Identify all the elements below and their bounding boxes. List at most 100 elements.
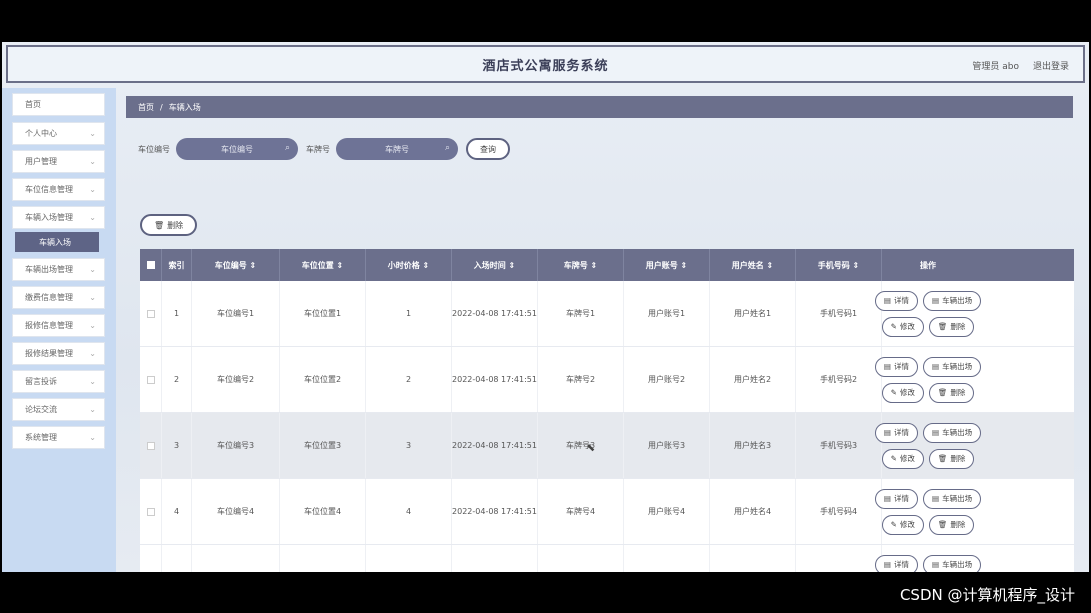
cell-pos: 车位位置5 bbox=[280, 545, 366, 572]
trash-icon: 🗑 bbox=[937, 520, 948, 529]
sidebar-item[interactable]: 留言投诉 ⌄ bbox=[12, 370, 105, 393]
vehicle-exit-button[interactable]: ▤ 车辆出场 bbox=[923, 422, 982, 443]
sidebar-item[interactable]: 用户管理 ⌄ bbox=[12, 150, 105, 173]
cell-pos: 车位位置1 bbox=[280, 281, 366, 346]
detail-button[interactable]: ▤ 详情 bbox=[874, 290, 918, 311]
sidebar-item-label: 车辆出场管理 bbox=[25, 265, 73, 274]
detail-button[interactable]: ▤ 详情 bbox=[874, 422, 918, 443]
sidebar-item-label: 个人中心 bbox=[25, 129, 57, 138]
cell-name: 用户姓名3 bbox=[710, 413, 796, 478]
document-icon: ▤ bbox=[932, 560, 940, 569]
column-header: 索引 bbox=[162, 249, 192, 281]
sidebar-item-label: 系统管理 bbox=[25, 433, 57, 442]
sidebar-item-label: 车辆入场管理 bbox=[25, 213, 73, 222]
chevron-down-icon: ⌄ bbox=[89, 433, 96, 442]
cell-price: 1 bbox=[366, 281, 452, 346]
sidebar-item[interactable]: 个人中心 ⌄ bbox=[12, 122, 105, 145]
logout-link[interactable]: 退出登录 bbox=[1033, 59, 1069, 72]
cell-idx: 1 bbox=[162, 281, 192, 346]
row-checkbox[interactable] bbox=[146, 441, 155, 450]
table-row: 1 车位编号1 车位位置1 1 2022-04-08 17:41:51 车牌号1 用户账号1… bbox=[140, 281, 1074, 347]
vehicle-exit-button[interactable]: ▤ 车辆出场 bbox=[923, 290, 982, 311]
delete-button[interactable]: 🗑 删除 bbox=[928, 514, 975, 535]
delete-button[interactable]: 🗑 删除 bbox=[928, 382, 975, 403]
actions-line: ▤ 详情 ▤ 车辆出场 bbox=[874, 554, 982, 572]
chevron-down-icon: ⌄ bbox=[89, 157, 96, 166]
actions-line: ✎ 修改 🗑 删除 bbox=[881, 514, 975, 535]
trash-icon: 🗑 bbox=[937, 454, 948, 463]
cell-idx: 2 bbox=[162, 347, 192, 412]
cell-price: 4 bbox=[366, 479, 452, 544]
actions-line: ✎ 修改 🗑 删除 bbox=[881, 316, 975, 337]
column-header[interactable]: 车位编号 ⇕ bbox=[192, 249, 280, 281]
column-header[interactable]: 手机号码 ⇕ bbox=[796, 249, 882, 281]
row-checkbox[interactable] bbox=[146, 375, 155, 384]
edit-button-label: 修改 bbox=[899, 322, 915, 331]
sidebar-item-label: 报修结果管理 bbox=[25, 349, 73, 358]
sidebar-item-label: 车位信息管理 bbox=[25, 185, 73, 194]
sidebar-item[interactable]: 系统管理 ⌄ bbox=[12, 426, 105, 449]
cell-account: 用户账号2 bbox=[624, 347, 710, 412]
detail-button[interactable]: ▤ 详情 bbox=[874, 356, 918, 377]
query-button[interactable]: 查询 bbox=[466, 138, 510, 160]
detail-button[interactable]: ▤ 详情 bbox=[874, 554, 918, 572]
actions-cell: ▤详情▤车辆出场✎修改🗑删除 bbox=[874, 479, 982, 544]
document-icon: ▤ bbox=[932, 428, 940, 437]
admin-label: 管理员 abo bbox=[972, 62, 1019, 72]
edit-button[interactable]: ✎ 修改 bbox=[881, 382, 924, 403]
edit-button[interactable]: ✎ 修改 bbox=[881, 514, 924, 535]
sidebar-item[interactable]: 车位信息管理 ⌄ bbox=[12, 178, 105, 201]
delete-button-label: 删除 bbox=[950, 454, 966, 463]
space-code-input[interactable]: 车位编号 ⌕ bbox=[176, 138, 298, 160]
delete-button-label: 删除 bbox=[950, 388, 966, 397]
sidebar-item[interactable]: 报修结果管理 ⌄ bbox=[12, 342, 105, 365]
row-select-cell bbox=[140, 479, 162, 544]
cell-code: 车位编号3 bbox=[192, 413, 280, 478]
vehicle-exit-button-label: 车辆出场 bbox=[942, 296, 973, 305]
vehicle-exit-button-label: 车辆出场 bbox=[942, 494, 973, 503]
sidebar-item[interactable]: 报修信息管理 ⌄ bbox=[12, 314, 105, 337]
actions-group: ▤详情▤车辆出场 ✎修改🗑删除 bbox=[874, 356, 982, 403]
column-header[interactable]: 用户姓名 ⇕ bbox=[710, 249, 796, 281]
column-header[interactable]: 用户账号 ⇕ bbox=[624, 249, 710, 281]
column-header[interactable]: 车牌号 ⇕ bbox=[538, 249, 624, 281]
table-row: 2 车位编号2 车位位置2 2 2022-04-08 17:41:51 车牌号2 用户账号2… bbox=[140, 347, 1074, 413]
sidebar-item[interactable]: 车辆入场管理 ⌄ bbox=[12, 206, 105, 229]
detail-button-label: 详情 bbox=[894, 362, 909, 371]
breadcrumb-separator: / bbox=[160, 102, 163, 112]
vehicle-exit-button[interactable]: ▤ 车辆出场 bbox=[923, 554, 982, 572]
edit-button-label: 修改 bbox=[899, 454, 915, 463]
row-checkbox[interactable] bbox=[146, 309, 155, 318]
detail-button[interactable]: ▤ 详情 bbox=[874, 488, 918, 509]
row-checkbox[interactable] bbox=[146, 507, 155, 516]
document-icon: ▤ bbox=[883, 494, 891, 503]
detail-button-label: 详情 bbox=[894, 428, 909, 437]
edit-button[interactable]: ✎ 修改 bbox=[881, 316, 924, 337]
breadcrumb-current: 车辆入场 bbox=[168, 102, 201, 112]
cell-code: 车位编号2 bbox=[192, 347, 280, 412]
vehicle-exit-button[interactable]: ▤ 车辆出场 bbox=[923, 488, 982, 509]
edit-button[interactable]: ✎ 修改 bbox=[881, 448, 924, 469]
breadcrumb-home[interactable]: 首页 bbox=[138, 102, 154, 113]
sidebar-item[interactable]: 论坛交流 ⌄ bbox=[12, 398, 105, 421]
sidebar-subitem-vehicle-entry[interactable]: 车辆入场 bbox=[15, 232, 99, 252]
column-header[interactable]: 入场时间 ⇕ bbox=[452, 249, 538, 281]
delete-button-label: 删除 bbox=[950, 520, 966, 529]
delete-button[interactable]: 🗑 删除 bbox=[928, 448, 975, 469]
sidebar-item[interactable]: 缴费信息管理 ⌄ bbox=[12, 286, 105, 309]
delete-button[interactable]: 🗑 删除 bbox=[928, 316, 975, 337]
column-header: 操作 bbox=[920, 260, 936, 270]
batch-delete-button[interactable]: 🗑 删除 bbox=[140, 214, 198, 236]
select-all-checkbox[interactable] bbox=[146, 261, 155, 269]
select-all-cell bbox=[140, 249, 162, 281]
column-header[interactable]: 车位位置 ⇕ bbox=[280, 249, 366, 281]
cell-phone: 手机号码3 bbox=[796, 413, 882, 478]
vehicle-exit-button[interactable]: ▤ 车辆出场 bbox=[923, 356, 982, 377]
sidebar-item[interactable]: 车辆出场管理 ⌄ bbox=[12, 258, 105, 281]
pencil-icon: ✎ bbox=[890, 388, 897, 397]
pencil-icon: ✎ bbox=[890, 520, 897, 529]
column-header[interactable]: 小时价格 ⇕ bbox=[366, 249, 452, 281]
sidebar-item[interactable]: 首页 bbox=[12, 93, 105, 116]
plate-input[interactable]: 车牌号 ⌕ bbox=[336, 138, 458, 160]
chevron-down-icon: ⌄ bbox=[89, 293, 96, 302]
